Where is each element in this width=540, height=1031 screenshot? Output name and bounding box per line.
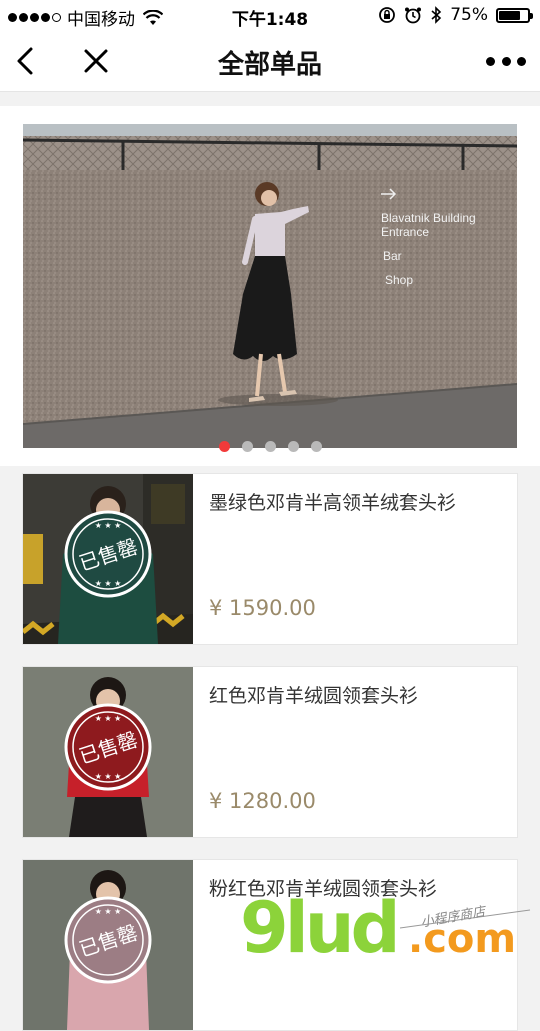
- svg-text:★ ★ ★: ★ ★ ★: [95, 714, 122, 723]
- site-watermark-logo: 9lud .com 小程序商店: [240, 888, 531, 960]
- close-icon: [84, 49, 108, 73]
- product-name: 墨绿色邓肯半高领羊绒套头衫: [209, 492, 457, 514]
- product-card[interactable]: 已售罄 ★ ★ ★ ★ ★ ★ 红色邓肯羊绒圆领套头衫 ¥ 1280.00: [22, 666, 518, 838]
- svg-text:★ ★ ★: ★ ★ ★: [95, 907, 122, 916]
- status-bar: 中国移动 下午1:48 75%: [0, 0, 540, 30]
- carousel-dot[interactable]: [241, 441, 253, 452]
- sold-out-stamp: 已售罄 ★ ★ ★ ★ ★ ★: [64, 703, 152, 791]
- battery-percent: 75%: [450, 5, 488, 25]
- product-card[interactable]: 已售罄 ★ ★ ★ ★ ★ ★ 墨绿色邓肯半高领羊绒套头衫 ¥ 1590.00: [22, 473, 518, 645]
- banner-sign-line: Entrance: [381, 225, 429, 239]
- alarm-icon: [405, 7, 422, 24]
- watermark-logo-text: 9lud: [240, 888, 397, 960]
- banner-sign-line: Bar: [383, 249, 402, 263]
- svg-text:★ ★ ★: ★ ★ ★: [95, 772, 122, 781]
- svg-text:★ ★ ★: ★ ★ ★: [95, 521, 122, 530]
- status-right: 75%: [378, 5, 533, 25]
- product-price: ¥ 1280.00: [209, 789, 316, 813]
- banner-image: Blavatnik Building Entrance Bar Shop: [23, 124, 517, 448]
- banner-sign-line: Shop: [385, 273, 413, 287]
- svg-text:★ ★ ★: ★ ★ ★: [95, 579, 122, 588]
- back-button[interactable]: [10, 43, 46, 79]
- sold-out-stamp: 已售罄 ★ ★ ★: [64, 896, 152, 984]
- close-button[interactable]: [78, 43, 114, 79]
- more-button[interactable]: [486, 50, 526, 72]
- rotation-lock-icon: [379, 7, 396, 23]
- carousel-dot[interactable]: [218, 441, 230, 452]
- battery-level: [499, 10, 520, 20]
- product-thumbnail: 已售罄 ★ ★ ★ ★ ★ ★: [23, 667, 193, 837]
- carousel-dot[interactable]: [264, 441, 276, 452]
- product-price: ¥ 1590.00: [209, 596, 316, 620]
- sold-out-stamp: 已售罄 ★ ★ ★ ★ ★ ★: [64, 510, 152, 598]
- more-dots-icon: [486, 56, 495, 66]
- nav-bar: 全部单品: [0, 30, 540, 92]
- product-thumbnail: 已售罄 ★ ★ ★: [23, 860, 193, 1030]
- product-thumbnail: 已售罄 ★ ★ ★ ★ ★ ★: [23, 474, 193, 644]
- banner-sign-line: Blavatnik Building: [381, 211, 476, 225]
- carousel-dot[interactable]: [310, 441, 322, 452]
- banner-section: Blavatnik Building Entrance Bar Shop: [0, 106, 540, 466]
- carousel-indicator: [0, 441, 540, 452]
- chevron-left-icon: [17, 47, 33, 75]
- product-name: 红色邓肯羊绒圆领套头衫: [209, 685, 419, 707]
- bluetooth-icon: [431, 6, 442, 24]
- carousel-dot[interactable]: [287, 441, 299, 452]
- battery-icon: [496, 7, 533, 23]
- banner-carousel[interactable]: Blavatnik Building Entrance Bar Shop: [23, 124, 517, 448]
